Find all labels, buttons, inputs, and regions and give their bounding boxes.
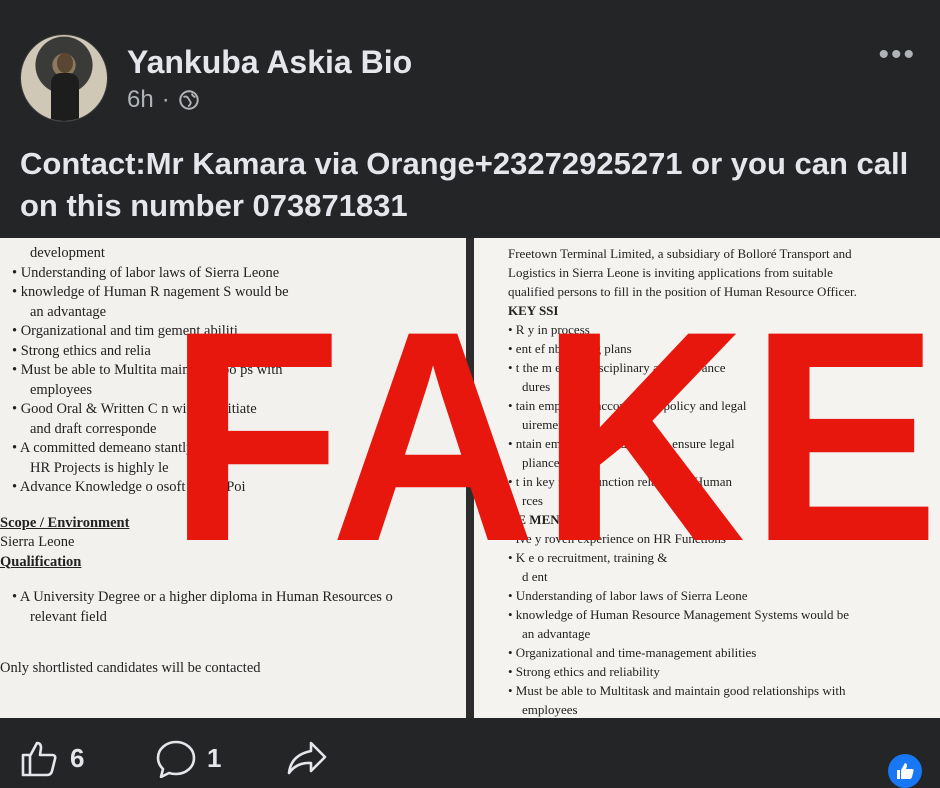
right-page-line: • Strong ethics and reliability xyxy=(508,664,660,679)
post-meta: 6h · xyxy=(127,86,200,114)
right-page-line: an advantage xyxy=(522,626,591,641)
like-reaction-icon[interactable] xyxy=(888,754,922,788)
like-count: 6 xyxy=(70,742,85,773)
right-page-line: • Organizational and time-management abi… xyxy=(508,645,757,660)
action-bar: 6 1 xyxy=(0,718,940,788)
post-photo[interactable]: development • Understanding of labor laws… xyxy=(0,238,940,718)
like-button[interactable]: 6 xyxy=(20,738,84,778)
more-options-icon[interactable]: ••• xyxy=(878,40,916,70)
share-icon xyxy=(287,741,327,775)
like-reaction-glyph xyxy=(897,763,914,779)
thumbs-up-icon xyxy=(21,741,57,777)
author-name[interactable]: Yankuba Askia Bio xyxy=(127,44,412,81)
left-footer: Only shortlisted candidates will be cont… xyxy=(0,660,261,676)
author-avatar[interactable] xyxy=(20,34,108,122)
comment-count: 1 xyxy=(207,742,222,773)
globe-icon[interactable] xyxy=(178,89,200,111)
post-text: Contact:Mr Kamara via Orange+23272925271… xyxy=(20,146,909,223)
avatar-head xyxy=(57,53,73,73)
fake-stamp: FAKE xyxy=(168,268,940,604)
right-page-line: • Must be able to Multitask and maintain… xyxy=(508,683,846,698)
post-time[interactable]: 6h xyxy=(127,86,154,114)
right-page-line: employees xyxy=(522,702,578,717)
share-button[interactable] xyxy=(285,738,329,778)
meta-separator: · xyxy=(161,86,170,113)
post-header: Yankuba Askia Bio 6h · ••• xyxy=(0,0,940,130)
comment-icon xyxy=(156,740,196,778)
comment-button[interactable]: 1 xyxy=(155,738,221,778)
avatar-body xyxy=(51,73,79,121)
